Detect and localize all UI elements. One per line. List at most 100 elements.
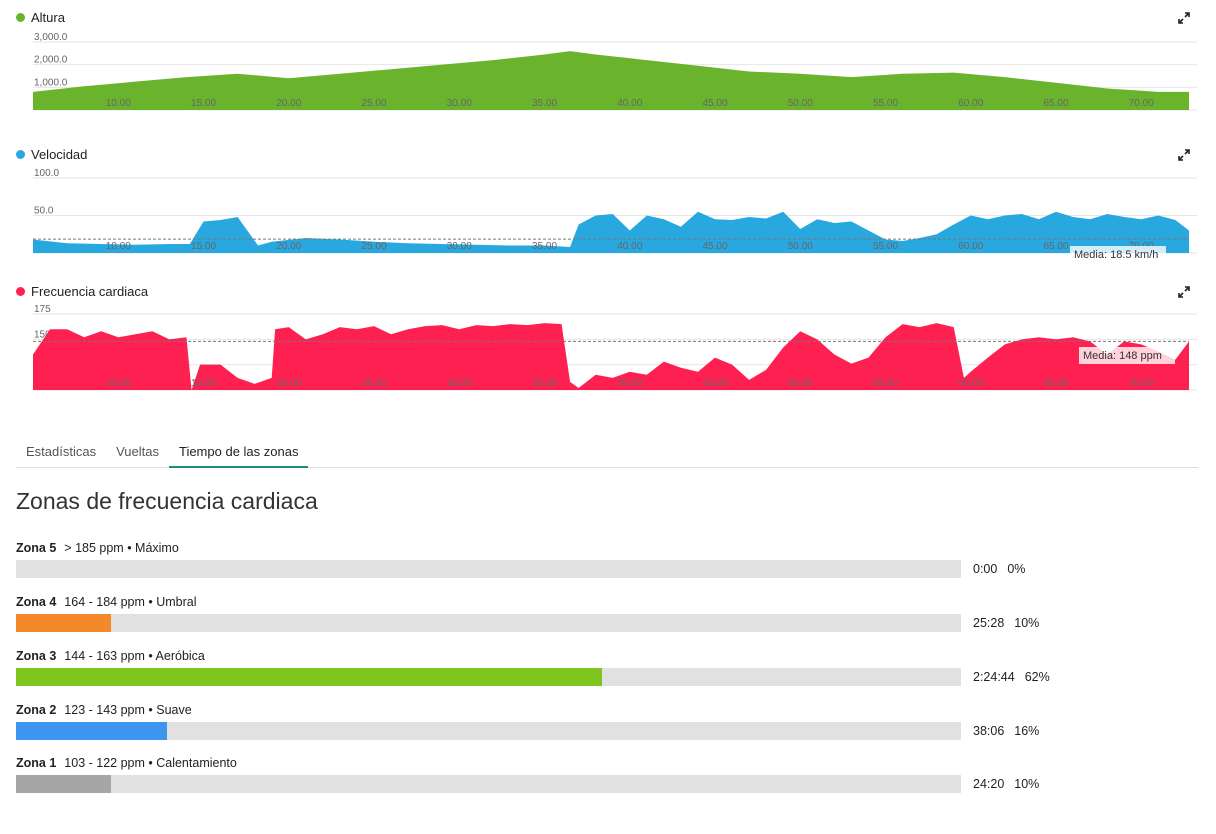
x-tick-label: 50.00 (788, 98, 813, 109)
zone-time: 24:20 (973, 777, 1005, 791)
velocidad-chart-panel: Velocidad 100.050.00.010.0015.0020.0025.… (0, 137, 1216, 263)
zone-bar-fill (16, 614, 111, 632)
zone-stats: 0:00 0% (973, 562, 1025, 576)
y-tick-label: 1,000.0 (34, 77, 68, 88)
x-tick-label: 55.00 (873, 241, 898, 252)
zone-time: 38:06 (973, 724, 1005, 738)
zone-bar (16, 775, 961, 793)
zone-time: 2:24:44 (973, 670, 1015, 684)
x-tick-label: 25.00 (361, 241, 386, 252)
x-tick-label: 45.00 (702, 98, 727, 109)
x-tick-label: 70.00 (1129, 378, 1154, 389)
x-tick-label: 25.00 (361, 378, 386, 389)
x-tick-label: 35.00 (532, 241, 557, 252)
zone-row: Zona 1 103 - 122 ppm • Calentamiento 24:2… (16, 755, 1116, 805)
x-tick-label: 20.00 (276, 98, 301, 109)
x-tick-label: 60.00 (958, 98, 983, 109)
zone-row: Zona 5 > 185 ppm • Máximo 0:00 0% (16, 540, 1116, 590)
frecuencia-chart[interactable]: 17515012510010.0015.0020.0025.0030.0035.… (0, 274, 1216, 399)
y-tick-label: 175 (34, 304, 51, 315)
x-tick-label: 40.00 (617, 241, 642, 252)
x-tick-label: 15.00 (191, 98, 216, 109)
x-tick-label: 15.00 (191, 241, 216, 252)
x-tick-label: 10.00 (106, 241, 131, 252)
average-label: Media: 148 ppm (1083, 350, 1162, 362)
x-tick-label: 40.00 (617, 98, 642, 109)
zone-stats: 2:24:44 62% (973, 670, 1050, 684)
x-tick-label: 60.00 (958, 378, 983, 389)
tab-bar: Estadísticas Vueltas Tiempo de las zonas (16, 437, 1198, 468)
zone-bar-fill (16, 775, 111, 793)
zone-header: Zona 4 164 - 184 ppm • Umbral (16, 594, 1116, 610)
zone-percent: 10% (1014, 616, 1040, 630)
zone-percent: 62% (1024, 670, 1050, 684)
tab-estadisticas[interactable]: Estadísticas (16, 437, 106, 468)
zone-header: Zona 2 123 - 143 ppm • Suave (16, 702, 1116, 718)
x-tick-label: 65.00 (1043, 98, 1068, 109)
x-tick-label: 15.00 (191, 378, 216, 389)
zone-header: Zona 1 103 - 122 ppm • Calentamiento (16, 755, 1116, 771)
x-tick-label: 45.00 (702, 241, 727, 252)
zone-range: 164 - 184 ppm • Umbral (64, 595, 197, 609)
x-tick-label: 45.00 (702, 378, 727, 389)
zone-range: 123 - 143 ppm • Suave (64, 703, 192, 717)
zone-bar (16, 614, 961, 632)
average-label: Media: 18.5 km/h (1074, 249, 1158, 261)
y-tick-label: 50.0 (34, 206, 54, 217)
zone-stats: 24:20 10% (973, 777, 1039, 791)
x-tick-label: 20.00 (276, 241, 301, 252)
x-tick-label: 70.00 (1129, 98, 1154, 109)
x-tick-label: 55.00 (873, 378, 898, 389)
tab-vueltas[interactable]: Vueltas (106, 437, 169, 468)
x-tick-label: 30.00 (447, 378, 472, 389)
zone-name: Zona 4 (16, 595, 57, 609)
zone-name: Zona 1 (16, 756, 57, 770)
zone-range: 103 - 122 ppm • Calentamiento (64, 756, 237, 770)
zone-stats: 25:28 10% (973, 616, 1039, 630)
zone-name: Zona 5 (16, 541, 57, 555)
x-tick-label: 50.00 (788, 378, 813, 389)
zone-row: Zona 4 164 - 184 ppm • Umbral 25:28 10% (16, 594, 1116, 644)
x-tick-label: 10.00 (106, 378, 131, 389)
velocidad-chart[interactable]: 100.050.00.010.0015.0020.0025.0030.0035.… (0, 137, 1216, 263)
y-tick-label: 100.0 (34, 168, 59, 179)
x-tick-label: 10.00 (106, 98, 131, 109)
altura-chart-panel: Altura 3,000.02,000.01,000.0010.0015.002… (0, 0, 1216, 120)
zone-bar (16, 668, 961, 686)
x-tick-label: 35.00 (532, 98, 557, 109)
x-tick-label: 65.00 (1043, 241, 1068, 252)
zone-bar-fill (16, 722, 168, 740)
tab-tiempo-zonas[interactable]: Tiempo de las zonas (168, 437, 309, 468)
zone-time: 25:28 (973, 616, 1005, 630)
x-tick-label: 35.00 (532, 378, 557, 389)
zone-bar (16, 722, 961, 740)
zone-header: Zona 3 144 - 163 ppm • Aeróbica (16, 648, 1116, 664)
x-tick-label: 30.00 (447, 98, 472, 109)
zone-header: Zona 5 > 185 ppm • Máximo (16, 540, 1116, 556)
zones-heading: Zonas de frecuencia cardiaca (16, 488, 318, 514)
zone-bar-fill (16, 668, 602, 686)
zone-range: 144 - 163 ppm • Aeróbica (64, 649, 205, 663)
zone-time: 0:00 (973, 562, 998, 576)
zone-row: Zona 3 144 - 163 ppm • Aeróbica 2:24:44 62… (16, 648, 1116, 698)
zone-row: Zona 2 123 - 143 ppm • Suave 38:06 16% (16, 702, 1116, 752)
altura-chart[interactable]: 3,000.02,000.01,000.0010.0015.0020.0025.… (0, 0, 1216, 120)
zone-percent: 10% (1014, 777, 1040, 791)
zone-percent: 16% (1014, 724, 1040, 738)
x-tick-label: 60.00 (958, 241, 983, 252)
x-tick-label: 20.00 (276, 378, 301, 389)
zone-bar (16, 560, 961, 578)
zone-name: Zona 3 (16, 649, 57, 663)
zone-name: Zona 2 (16, 703, 57, 717)
y-tick-label: 3,000.0 (34, 32, 68, 43)
x-tick-label: 55.00 (873, 98, 898, 109)
y-tick-label: 2,000.0 (34, 55, 68, 66)
x-tick-label: 65.00 (1043, 378, 1068, 389)
zone-range: > 185 ppm • Máximo (64, 541, 179, 555)
x-tick-label: 30.00 (447, 241, 472, 252)
zone-percent: 0% (1007, 562, 1026, 576)
x-tick-label: 25.00 (361, 98, 386, 109)
x-tick-label: 50.00 (788, 241, 813, 252)
frecuencia-chart-panel: Frecuencia cardiaca 17515012510010.0015.… (0, 274, 1216, 399)
zone-stats: 38:06 16% (973, 724, 1039, 738)
